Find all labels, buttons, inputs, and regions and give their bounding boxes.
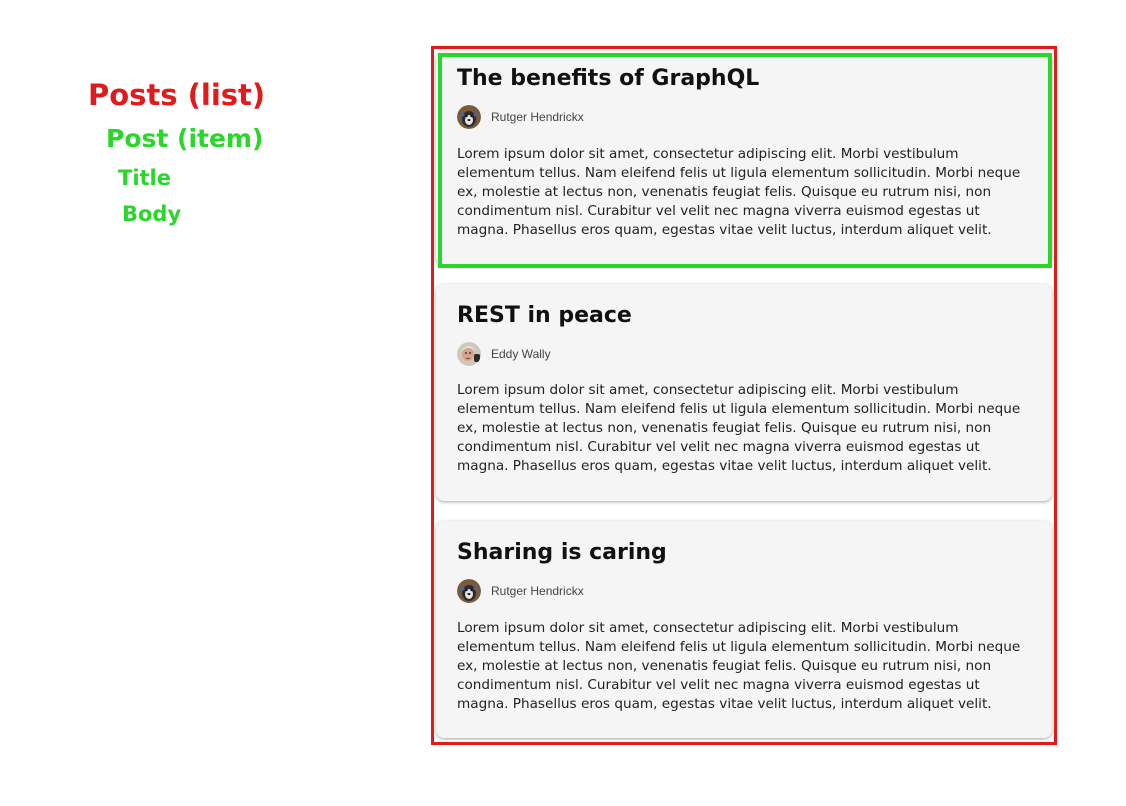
posts-list-outline	[431, 46, 1057, 745]
legend-title-label: Title	[118, 166, 172, 190]
legend-posts-list-label: Posts (list)	[88, 78, 266, 112]
legend-post-item-label: Post (item)	[106, 124, 264, 153]
legend-body-label: Body	[122, 202, 182, 226]
